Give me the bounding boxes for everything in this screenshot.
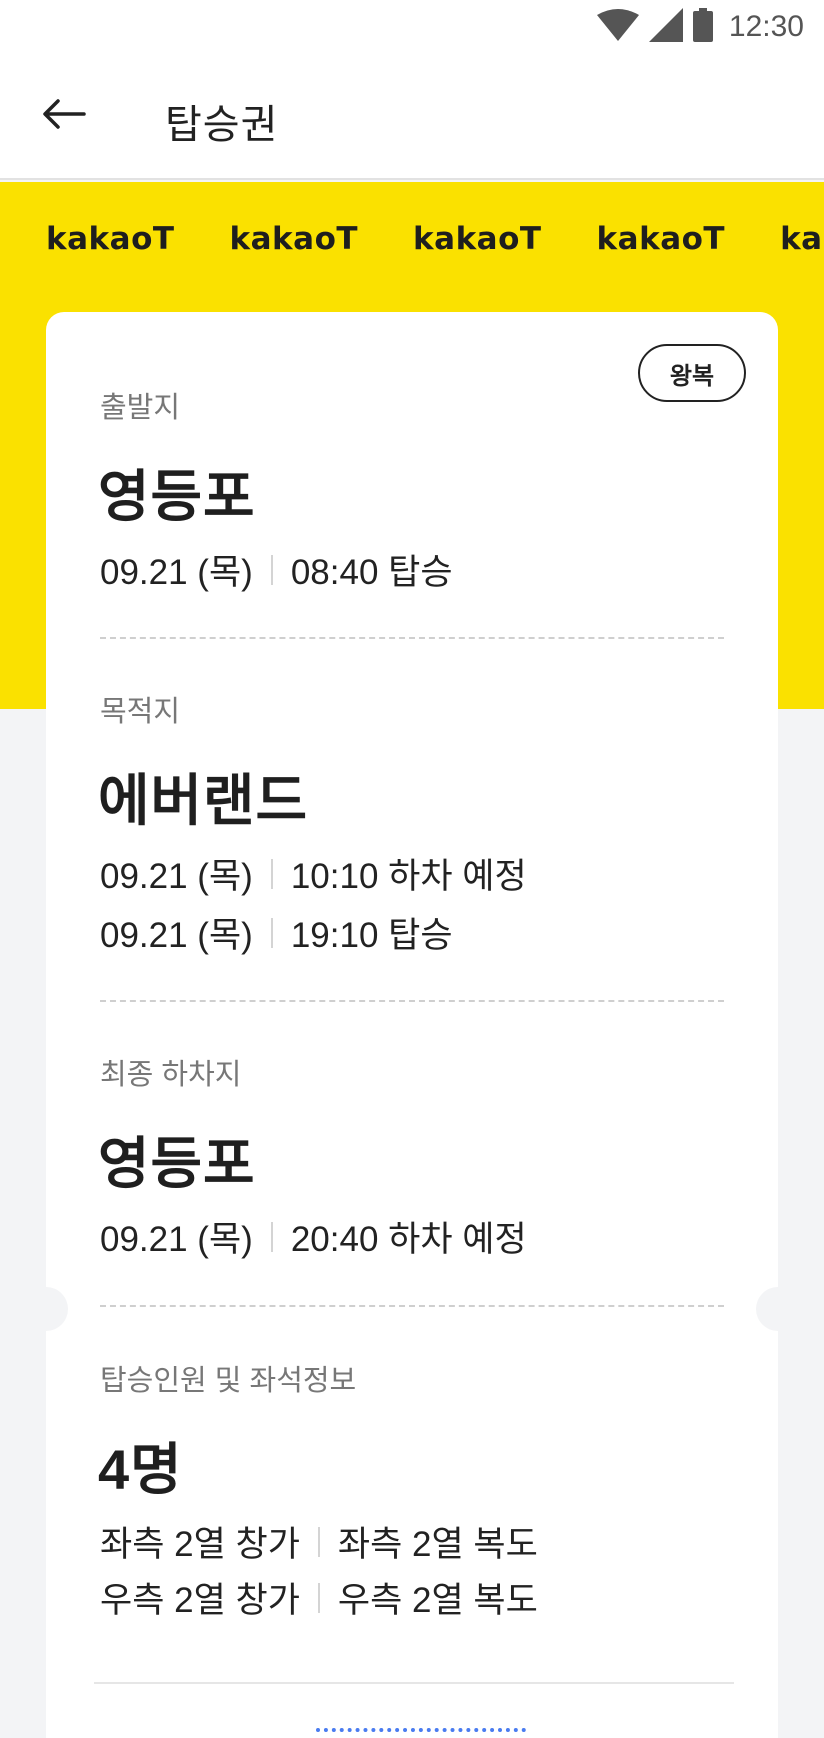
departure-date: 09.21 (목) — [100, 553, 253, 592]
kakao-t-logo: kakaoT — [596, 221, 726, 257]
kakao-t-logo: kakaoT — [780, 221, 824, 257]
passengers-label: 탑승인원 및 좌석정보 — [100, 1365, 357, 1397]
destination-schedule-row: 09.21 (목) 19:10 탑승 — [100, 907, 453, 958]
passenger-count: 4명 — [98, 1438, 183, 1501]
seat-info: 좌측 2열 창가 — [100, 1525, 300, 1564]
destination-time: 19:10 탑승 — [290, 916, 453, 955]
destination-date: 09.21 (목) — [100, 857, 253, 896]
separator — [317, 1526, 320, 1557]
destination-date: 09.21 (목) — [100, 916, 253, 955]
final-stop-time: 20:40 하차 예정 — [290, 1220, 527, 1259]
separator — [270, 554, 273, 585]
page-title: 탑승권 — [165, 103, 279, 147]
kakao-t-logo: kakaoT — [229, 221, 359, 257]
section-divider — [100, 637, 724, 639]
footer-divider — [94, 1682, 734, 1684]
seat-info: 좌측 2열 복도 — [337, 1525, 538, 1564]
final-stop-schedule: 09.21 (목) 20:40 하차 예정 — [100, 1211, 527, 1262]
departure-schedule: 09.21 (목) 08:40 탑승 — [100, 544, 453, 595]
seat-row: 좌측 2열 창가 좌측 2열 복도 — [100, 1516, 538, 1567]
arrow-left-icon — [43, 99, 86, 129]
final-stop-date: 09.21 (목) — [100, 1220, 253, 1259]
round-trip-badge: 왕복 — [638, 344, 746, 402]
destination-time: 10:10 하차 예정 — [290, 857, 527, 896]
cellular-signal-icon — [648, 7, 683, 47]
app-bar: 탑승권 — [0, 54, 824, 180]
ticket-notch-right — [756, 1287, 800, 1331]
partially-visible-link[interactable] — [316, 1728, 526, 1738]
final-stop-label: 최종 하차지 — [100, 1059, 242, 1091]
destination-place: 에버랜드 — [98, 769, 309, 832]
separator — [270, 858, 273, 889]
seat-row: 우측 2열 창가 우측 2열 복도 — [100, 1572, 538, 1623]
seat-info: 우측 2열 복도 — [337, 1581, 538, 1620]
seat-info: 우측 2열 창가 — [100, 1581, 300, 1620]
kakao-t-logo: kakaoT — [46, 221, 175, 257]
separator — [317, 1582, 320, 1613]
separator — [270, 917, 273, 948]
clock-time: 12:30 — [728, 10, 804, 43]
back-button[interactable] — [34, 90, 94, 138]
departure-place: 영등포 — [98, 465, 256, 528]
wifi-icon — [596, 8, 639, 46]
ticket-tear-line — [100, 1305, 724, 1307]
final-stop-place: 영등포 — [98, 1132, 256, 1195]
separator — [270, 1221, 273, 1252]
section-divider — [100, 1000, 724, 1002]
destination-schedule-row: 09.21 (목) 10:10 하차 예정 — [100, 848, 527, 899]
ticket-notch-left — [24, 1287, 68, 1331]
battery-icon — [692, 7, 713, 47]
departure-time: 08:40 탑승 — [290, 553, 453, 592]
departure-label: 출발지 — [100, 392, 181, 424]
brand-logo-row: kakaoT kakaoT kakaoT kakaoT kakaoT — [46, 221, 824, 261]
kakao-t-logo: kakaoT — [413, 221, 542, 257]
destination-label: 목적지 — [100, 696, 181, 728]
status-bar: 12:30 — [0, 0, 824, 54]
